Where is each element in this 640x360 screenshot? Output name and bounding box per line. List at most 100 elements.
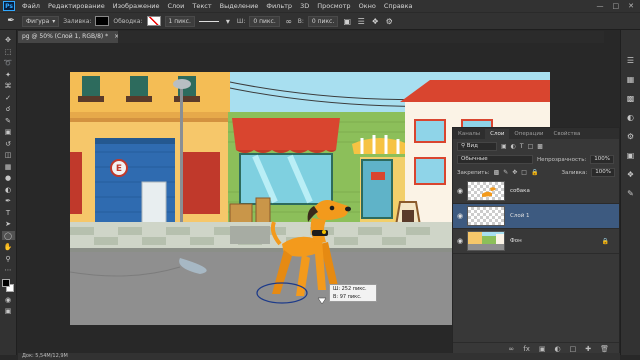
width-input[interactable]: 0 пикс. bbox=[249, 15, 280, 27]
cornice-shadow bbox=[70, 118, 230, 122]
menu-filter[interactable]: Фильтр bbox=[262, 2, 296, 10]
opacity-input[interactable]: 100% bbox=[590, 155, 615, 164]
lock-position-icon[interactable]: ✥ bbox=[512, 169, 517, 176]
add-mask-icon[interactable]: ▣ bbox=[539, 345, 546, 353]
lock-transparent-icon[interactable]: ▩ bbox=[494, 169, 500, 176]
tab-channels[interactable]: Каналы bbox=[453, 129, 485, 139]
visibility-eye-icon[interactable]: ◉ bbox=[453, 237, 467, 245]
new-group-icon[interactable]: □ bbox=[570, 345, 577, 353]
healing-brush-tool-icon[interactable]: ☌ bbox=[2, 104, 15, 114]
minimize-icon[interactable]: — bbox=[597, 2, 604, 10]
fill-swatch[interactable] bbox=[95, 16, 110, 26]
adjustment-layer-icon[interactable]: ◐ bbox=[555, 345, 561, 353]
foreground-color-swatch[interactable] bbox=[1, 278, 10, 287]
properties-icon[interactable]: ⚙ bbox=[627, 132, 634, 141]
menu-help[interactable]: Справка bbox=[380, 2, 417, 10]
menu-image[interactable]: Изображение bbox=[109, 2, 164, 10]
styles-icon[interactable]: ❖ bbox=[627, 170, 634, 179]
move-tool-icon[interactable]: ✥ bbox=[2, 35, 15, 45]
menu-layers[interactable]: Слои bbox=[163, 2, 188, 10]
blend-mode-select[interactable]: Обычные bbox=[457, 155, 533, 164]
stroke-width-input[interactable]: 1 пикс. bbox=[164, 15, 195, 27]
new-layer-icon[interactable]: ✚ bbox=[585, 345, 591, 353]
blend-mode-label: Обычные bbox=[461, 156, 488, 162]
zoom-tool-icon[interactable]: ⚲ bbox=[2, 254, 15, 264]
gradient-tool-icon[interactable]: ▦ bbox=[2, 162, 15, 172]
quick-mask-icon[interactable]: ◉ bbox=[2, 295, 15, 305]
tool-mode-select[interactable]: Фигура ▾ bbox=[22, 15, 60, 27]
screen-mode-icon[interactable]: ▣ bbox=[2, 306, 15, 316]
layers-panel: Каналы Слои Операции Свойства ⚲ Вид ▣ ◐ … bbox=[452, 127, 620, 355]
height-input[interactable]: 0 пикс. bbox=[307, 15, 339, 27]
filter-kind-select[interactable]: ⚲ Вид bbox=[457, 141, 497, 151]
pen-tool-icon[interactable]: ✒ bbox=[4, 15, 18, 27]
filter-shape-icon[interactable]: □ bbox=[528, 143, 534, 150]
type-tool-icon[interactable]: T bbox=[2, 208, 15, 218]
photoshop-logo[interactable]: Ps bbox=[3, 1, 15, 11]
menu-window[interactable]: Окно bbox=[355, 2, 380, 10]
settings-gear-icon[interactable]: ⚙ bbox=[384, 17, 394, 26]
lock-artboard-icon[interactable]: □ bbox=[521, 169, 527, 176]
brushes-icon[interactable]: ✎ bbox=[627, 189, 634, 198]
close-icon[interactable]: × bbox=[114, 33, 118, 40]
tab-layers[interactable]: Слои bbox=[485, 129, 510, 139]
link-icon[interactable]: ∞ bbox=[284, 17, 294, 26]
chevron-down-icon[interactable]: ▾ bbox=[223, 17, 233, 26]
stroke-type-line[interactable] bbox=[198, 20, 219, 22]
delete-layer-icon[interactable]: 🗑 bbox=[600, 345, 609, 353]
visibility-eye-icon[interactable]: ◉ bbox=[453, 212, 467, 220]
menu-3d[interactable]: 3D bbox=[296, 2, 313, 10]
path-selection-tool-icon[interactable]: ➤ bbox=[2, 219, 15, 229]
magic-wand-tool-icon[interactable]: ✦ bbox=[2, 70, 15, 80]
marquee-tool-icon[interactable]: ⬚ bbox=[2, 47, 15, 57]
fill-input[interactable]: 100% bbox=[591, 168, 615, 177]
tab-properties[interactable]: Свойства bbox=[548, 129, 585, 139]
menu-select[interactable]: Выделение bbox=[216, 2, 263, 10]
history-brush-tool-icon[interactable]: ↺ bbox=[2, 139, 15, 149]
filter-pixel-icon[interactable]: ▣ bbox=[501, 143, 507, 150]
hand-tool-icon[interactable]: ✋ bbox=[2, 242, 15, 252]
menu-view[interactable]: Просмотр bbox=[313, 2, 354, 10]
layer-row-selected[interactable]: ◉ Слой 1 bbox=[453, 204, 619, 229]
close-icon[interactable]: ✕ bbox=[628, 2, 634, 10]
blur-tool-icon[interactable]: ● bbox=[2, 173, 15, 183]
stamp-tool-icon[interactable]: ▣ bbox=[2, 127, 15, 137]
swatches-icon[interactable]: ▩ bbox=[627, 94, 635, 103]
maximize-icon[interactable]: □ bbox=[613, 2, 620, 10]
brush-tool-icon[interactable]: ✎ bbox=[2, 116, 15, 126]
document-tab[interactable]: pg @ 50% (Слой 1, RGB/8) * × bbox=[18, 31, 118, 43]
lasso-tool-icon[interactable]: ➰ bbox=[2, 58, 15, 68]
filter-type-icon[interactable]: T bbox=[520, 143, 524, 150]
link-layers-icon[interactable]: ∞ bbox=[508, 345, 514, 353]
path-operations-icon[interactable]: ▣ bbox=[342, 17, 352, 26]
dodge-tool-icon[interactable]: ◐ bbox=[2, 185, 15, 195]
ellipse-tool-icon[interactable]: ◯ bbox=[1, 230, 15, 240]
menu-type[interactable]: Текст bbox=[188, 2, 215, 10]
visibility-eye-icon[interactable]: ◉ bbox=[453, 187, 467, 195]
document-tab-title: pg @ 50% (Слой 1, RGB/8) * bbox=[22, 33, 109, 40]
tab-history[interactable]: Операции bbox=[509, 129, 548, 139]
menu-edit[interactable]: Редактирование bbox=[44, 2, 109, 10]
layer-style-fx-icon[interactable]: fx bbox=[523, 345, 530, 353]
color-swatches[interactable] bbox=[1, 278, 15, 293]
adjustments-icon[interactable]: ◐ bbox=[627, 113, 634, 122]
layer-name: Фон bbox=[510, 238, 522, 244]
color-icon[interactable]: ▦ bbox=[627, 75, 635, 84]
path-arrangement-icon[interactable]: ❖ bbox=[370, 17, 380, 26]
more-tools-icon[interactable]: ⋯ bbox=[2, 265, 15, 275]
layer-row[interactable]: ◉ Фон 🔒 bbox=[453, 229, 619, 254]
libraries-icon[interactable]: ▣ bbox=[627, 151, 635, 160]
eraser-tool-icon[interactable]: ◫ bbox=[2, 150, 15, 160]
filter-smart-icon[interactable]: ▩ bbox=[537, 143, 543, 150]
crop-tool-icon[interactable]: ⌘ bbox=[2, 81, 15, 91]
lock-image-icon[interactable]: ✎ bbox=[503, 169, 508, 176]
pen-tool-icon[interactable]: ✒ bbox=[2, 196, 15, 206]
menu-file[interactable]: Файл bbox=[18, 2, 44, 10]
path-alignment-icon[interactable]: ☰ bbox=[356, 17, 366, 26]
stroke-swatch[interactable] bbox=[146, 16, 161, 26]
history-icon[interactable]: ☰ bbox=[627, 56, 634, 65]
filter-adjustment-icon[interactable]: ◐ bbox=[511, 143, 516, 150]
layer-row[interactable]: ◉ собака bbox=[453, 179, 619, 204]
eyedropper-tool-icon[interactable]: ✓ bbox=[2, 93, 15, 103]
lock-all-icon[interactable]: 🔒 bbox=[531, 169, 538, 176]
